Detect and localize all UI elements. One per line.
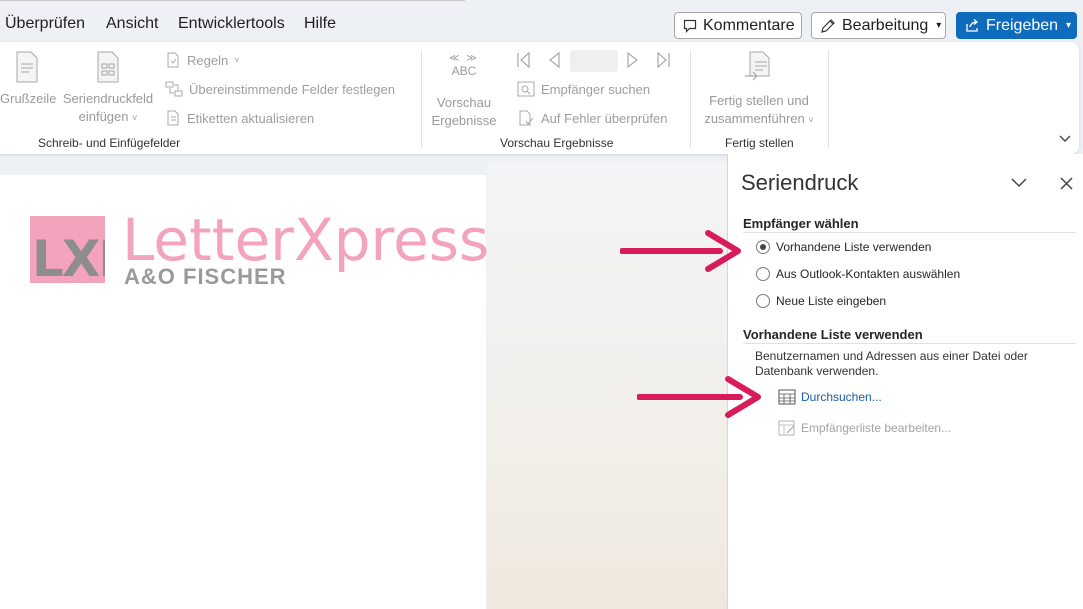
- document-icon: [16, 51, 38, 83]
- top-divider: [0, 0, 465, 1]
- chevron-down-icon: ▾: [936, 20, 942, 31]
- share-label: Freigeben: [986, 16, 1059, 34]
- first-record-icon[interactable]: [515, 51, 531, 69]
- previous-record-icon[interactable]: [547, 51, 561, 69]
- find-recipient-label: Empfänger suchen: [541, 81, 651, 97]
- annotation-arrow-icon: [620, 230, 741, 272]
- group-label-write-insert: Schreib- und Einfügefelder: [38, 136, 181, 150]
- greeting-label: Grußzeile: [0, 91, 57, 106]
- option-use-existing-list[interactable]: Vorhandene Liste verwenden: [756, 240, 931, 254]
- check-errors-label: Auf Fehler überprüfen: [541, 110, 668, 126]
- rules-label: Regeln: [187, 52, 229, 68]
- chevron-down-icon: [1011, 178, 1027, 188]
- record-number-input[interactable]: [570, 50, 618, 72]
- find-recipient-icon: [517, 81, 535, 97]
- mail-merge-pane: Seriendruck Empfänger wählen Vorhandene …: [727, 154, 1083, 609]
- pencil-icon: [821, 18, 835, 33]
- radio-unselected[interactable]: [756, 294, 770, 308]
- finish-line2: zusammenführen: [704, 111, 805, 126]
- next-record-icon[interactable]: [626, 51, 640, 69]
- check-errors-button[interactable]: Auf Fehler überprüfen: [517, 110, 667, 126]
- check-errors-icon: [519, 110, 534, 126]
- record-navigation-forward: [626, 51, 672, 69]
- editing-button[interactable]: Bearbeitung ▾: [811, 12, 946, 39]
- ribbon: Grußzeile Seriendruckfeld einfügen ˅ Reg…: [0, 42, 1079, 154]
- group-separator: [690, 50, 691, 148]
- comments-button[interactable]: Kommentare: [674, 12, 802, 39]
- finish-merge-button[interactable]: Fertig stellen und zusammenführen ˅: [698, 50, 820, 129]
- edit-list-icon: [778, 420, 795, 436]
- group-separator: [421, 50, 422, 148]
- radio-unselected[interactable]: [756, 267, 770, 281]
- update-labels-label: Etiketten aktualisieren: [187, 110, 315, 126]
- option-label: Aus Outlook-Kontakten auswählen: [776, 267, 961, 281]
- edit-recipient-list-link[interactable]: Empfängerliste bearbeiten...: [778, 419, 951, 437]
- match-fields-icon: [165, 81, 183, 97]
- option-label: Neue Liste eingeben: [776, 294, 887, 308]
- group-label-preview: Vorschau Ergebnisse: [500, 136, 614, 150]
- pane-options-button[interactable]: [1008, 172, 1030, 194]
- editing-label: Bearbeitung: [842, 16, 929, 34]
- match-fields-label: Übereinstimmende Felder festlegen: [189, 81, 395, 97]
- option-outlook-contacts[interactable]: Aus Outlook-Kontakten auswählen: [756, 267, 960, 281]
- browse-label: Durchsuchen...: [801, 390, 882, 404]
- option-label: Vorhandene Liste verwenden: [776, 240, 932, 254]
- menu-item-help[interactable]: Hilfe: [304, 15, 336, 33]
- insert-merge-field-button[interactable]: Seriendruckfeld einfügen ˅: [58, 50, 158, 127]
- annotation-arrow-icon: [637, 376, 761, 418]
- section-divider: [743, 343, 1076, 344]
- insert-field-line1: Seriendruckfeld: [62, 91, 154, 106]
- group-label-finish: Fertig stellen: [725, 136, 794, 150]
- chevron-down-icon: ˅: [234, 55, 240, 65]
- record-navigation: [515, 51, 561, 69]
- section-description: Benutzernamen und Adressen aus einer Dat…: [755, 349, 1028, 378]
- share-button[interactable]: Freigeben ▾: [956, 12, 1077, 39]
- finish-line1: Fertig stellen und: [709, 93, 809, 108]
- table-icon: [778, 389, 796, 405]
- section-title-use-existing-list: Vorhandene Liste verwenden: [743, 327, 923, 342]
- menu-item-developer[interactable]: Entwicklertools: [178, 15, 285, 33]
- browse-link[interactable]: Durchsuchen...: [778, 389, 882, 405]
- comments-label: Kommentare: [703, 16, 795, 34]
- find-recipient-button[interactable]: Empfänger suchen: [517, 81, 650, 97]
- edit-list-label: Empfängerliste bearbeiten...: [801, 421, 952, 435]
- rules-button[interactable]: Regeln ˅: [165, 52, 239, 68]
- pane-close-button[interactable]: [1055, 172, 1077, 194]
- match-fields-button[interactable]: Übereinstimmende Felder festlegen: [165, 81, 395, 97]
- comment-icon: [683, 19, 697, 33]
- group-separator: [828, 50, 829, 148]
- preview-line1: Vorschau: [436, 95, 492, 110]
- abc-label: ABC: [451, 64, 477, 78]
- share-icon: [966, 19, 979, 32]
- merge-field-icon: [97, 51, 119, 83]
- logo-subtitle: A&O FISCHER: [124, 264, 287, 289]
- logo-mark: LXP: [30, 216, 105, 283]
- menu-bar: Überprüfen Ansicht Entwicklertools Hilfe…: [0, 0, 1083, 46]
- last-record-icon[interactable]: [656, 51, 672, 69]
- greeting-line-button[interactable]: Grußzeile: [0, 50, 57, 108]
- section-title-select-recipients: Empfänger wählen: [743, 216, 859, 231]
- logo-mark-text: LXP: [32, 230, 105, 283]
- chevron-down-icon: ˅: [808, 115, 814, 125]
- update-labels-button[interactable]: Etiketten aktualisieren: [165, 110, 314, 126]
- ribbon-collapse-chevron-icon[interactable]: [1058, 134, 1072, 144]
- radio-selected[interactable]: [756, 240, 770, 254]
- update-labels-icon: [167, 110, 179, 126]
- preview-results-button[interactable]: ≪ ≫ ABC Vorschau Ergebnisse: [428, 54, 500, 130]
- pane-title: Seriendruck: [741, 170, 859, 195]
- rules-icon: [167, 52, 179, 68]
- chevron-down-icon: ▾: [1066, 20, 1072, 31]
- insert-field-line2: einfügen: [78, 109, 129, 124]
- chevron-down-icon: ˅: [132, 113, 138, 123]
- menu-item-review[interactable]: Überprüfen: [5, 15, 85, 33]
- menu-item-view[interactable]: Ansicht: [106, 15, 158, 33]
- option-new-list[interactable]: Neue Liste eingeben: [756, 294, 886, 308]
- close-icon: [1059, 176, 1073, 190]
- finish-merge-icon: [745, 51, 770, 81]
- section-divider: [743, 232, 1076, 233]
- preview-line2: Ergebnisse: [431, 113, 497, 128]
- preview-arrows-icon: ≪ ≫: [449, 53, 479, 64]
